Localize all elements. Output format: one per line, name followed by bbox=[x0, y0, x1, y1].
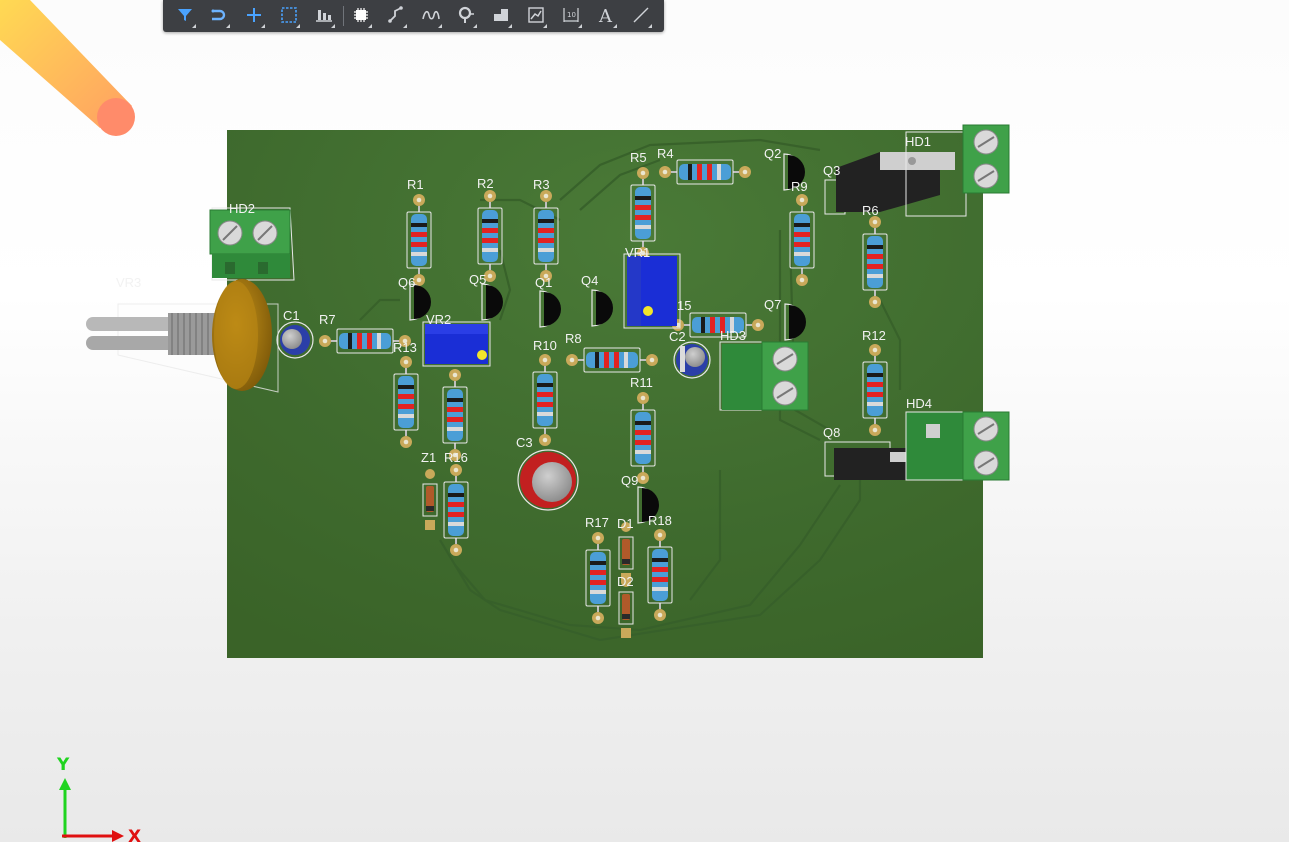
label-r18: R18 bbox=[648, 513, 672, 528]
capacitor-c3[interactable] bbox=[517, 449, 579, 511]
label-vr3: VR3 bbox=[116, 275, 141, 290]
label-r3: R3 bbox=[533, 177, 550, 192]
label-hd4: HD4 bbox=[906, 396, 932, 411]
label-c3: C3 bbox=[516, 435, 533, 450]
y-axis-label: Y bbox=[56, 755, 70, 775]
pcb-3d-viewport[interactable]: R1 R2 R3 R4 R5 R6 R7 R8 R9 R10 R11 R12 R… bbox=[0, 0, 1289, 842]
capacitor-c1[interactable] bbox=[276, 321, 314, 359]
label-r17: R17 bbox=[585, 515, 609, 530]
label-r11: R11 bbox=[630, 375, 653, 390]
label-r9: R9 bbox=[791, 179, 808, 194]
label-r5: R5 bbox=[630, 150, 647, 165]
label-q9: Q9 bbox=[621, 473, 638, 488]
label-q7: Q7 bbox=[764, 297, 781, 312]
capacitor-c2[interactable] bbox=[673, 341, 711, 379]
label-hd2: HD2 bbox=[229, 201, 255, 216]
label-r6: R6 bbox=[862, 203, 879, 218]
x-axis-label: X bbox=[128, 827, 141, 842]
label-d1: D1 bbox=[617, 516, 634, 531]
label-r7: R7 bbox=[319, 312, 336, 327]
connector-hd3[interactable] bbox=[719, 341, 809, 411]
trimmer-vr1[interactable] bbox=[623, 253, 681, 329]
label-r15: 15 bbox=[677, 298, 691, 313]
connector-hd4[interactable] bbox=[905, 411, 1010, 481]
label-q5: Q5 bbox=[469, 272, 486, 287]
label-r8: R8 bbox=[565, 331, 582, 346]
label-r2: R2 bbox=[477, 176, 494, 191]
label-q6: Q6 bbox=[398, 275, 415, 290]
label-c2: C2 bbox=[669, 329, 686, 344]
label-r12: R12 bbox=[862, 328, 886, 343]
label-r4: R4 bbox=[657, 146, 674, 161]
label-q1: Q1 bbox=[535, 275, 552, 290]
light-source-icon bbox=[0, 0, 135, 136]
label-q3: Q3 bbox=[823, 163, 840, 178]
label-r13: R13 bbox=[393, 340, 417, 355]
label-r16: R16 bbox=[444, 450, 468, 465]
label-q2: Q2 bbox=[764, 146, 781, 161]
label-r1: R1 bbox=[407, 177, 424, 192]
label-vr1: VR1 bbox=[625, 245, 650, 260]
label-q8: Q8 bbox=[823, 425, 840, 440]
connector-hd2[interactable] bbox=[209, 207, 295, 281]
trimmer-vr2[interactable] bbox=[422, 321, 491, 367]
label-c1: C1 bbox=[283, 308, 300, 323]
label-vr2: VR2 bbox=[426, 312, 451, 327]
label-r10: R10 bbox=[533, 338, 557, 353]
label-d2: D2 bbox=[617, 574, 634, 589]
label-q4: Q4 bbox=[581, 273, 598, 288]
axis-gizmo: Y X bbox=[56, 755, 141, 842]
label-hd3: HD3 bbox=[720, 328, 746, 343]
potentiometer-vr3[interactable] bbox=[86, 279, 279, 393]
label-hd1: HD1 bbox=[905, 134, 931, 149]
label-z1: Z1 bbox=[421, 450, 436, 465]
